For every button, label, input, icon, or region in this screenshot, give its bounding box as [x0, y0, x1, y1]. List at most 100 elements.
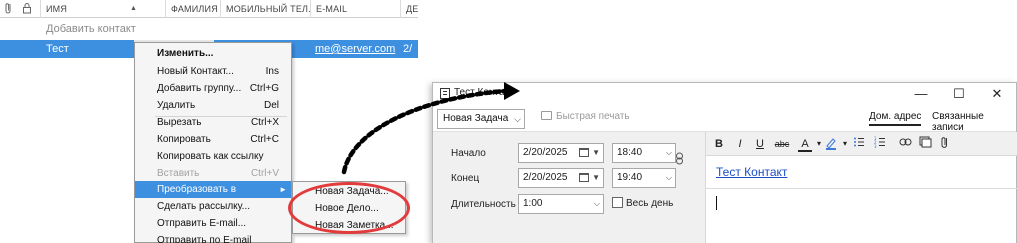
window-titlebar: Тест Контакт — ☐ ✕ — [433, 83, 1016, 105]
chevron-down-icon: ⌵ — [593, 199, 600, 208]
link-chain-icon[interactable] — [675, 148, 685, 170]
start-date-value: 2/20/2025 — [523, 147, 568, 158]
duration-label: Длительность — [451, 199, 516, 210]
highlight-oval — [288, 182, 410, 234]
attachment-icon[interactable] — [938, 136, 952, 152]
start-date-field[interactable]: 2/20/2025 ▼ — [518, 143, 604, 163]
note-contact-link[interactable]: Тест Контакт — [716, 165, 787, 179]
end-time-field[interactable]: 19:40 ⌵ — [612, 168, 676, 188]
window-toolbar: Новая Задача ⌵ Быстрая печать Дом. адрес… — [433, 105, 1016, 133]
numbered-list-icon[interactable]: 123 — [873, 136, 887, 152]
add-contact-row[interactable]: Добавить контакт — [0, 20, 418, 38]
printer-icon — [541, 111, 552, 120]
chevron-down-icon: ⌵ — [514, 114, 521, 124]
menu-item-copy-as-link[interactable]: Копировать как ссылку — [135, 148, 291, 165]
menu-label: Удалить — [157, 100, 196, 111]
menu-item-copy[interactable]: Копировать Ctrl+C — [135, 131, 291, 148]
hyperlink-icon[interactable] — [898, 136, 912, 152]
all-day-label: Весь день — [626, 198, 674, 209]
menu-shortcut: Ctrl+C — [250, 134, 279, 145]
duration-field[interactable]: 1:00 ⌵ — [518, 194, 604, 214]
minimize-button[interactable]: — — [902, 83, 940, 105]
strikethrough-button[interactable]: abc — [772, 136, 792, 152]
calendar-icon — [579, 148, 589, 157]
menu-label: Новый Контакт... — [157, 66, 234, 77]
chevron-down-icon: ▼ — [592, 173, 600, 182]
menu-item-new-contact[interactable]: Новый Контакт... Ins — [135, 63, 291, 80]
menu-item-delete[interactable]: Удалить Del — [135, 97, 291, 114]
column-email[interactable]: E-MAIL — [310, 0, 400, 18]
attachment-icon[interactable] — [2, 2, 16, 16]
menu-label: Изменить... — [157, 48, 214, 59]
menu-label: Отправить E-mail... — [157, 218, 247, 229]
menu-shortcut: Ctrl+V — [250, 168, 279, 179]
tab-related-records[interactable]: Связанные записи — [932, 111, 1016, 133]
column-date[interactable]: ДЕ — [400, 0, 418, 18]
start-time-field[interactable]: 18:40 ⌵ — [612, 143, 676, 163]
menu-item-send-by-email[interactable]: Отправить по E-mail — [135, 232, 291, 243]
menu-label: Отправить по E-mail — [157, 235, 252, 243]
menu-item-cut[interactable]: Вырезать Ctrl+X — [135, 114, 291, 131]
menu-label: Сделать рассылку... — [157, 201, 250, 212]
chevron-down-icon[interactable]: ▾ — [838, 136, 852, 152]
bullet-list-icon[interactable] — [852, 136, 866, 152]
column-mobile[interactable]: МОБИЛЬНЫЙ ТЕЛ. — [220, 0, 310, 18]
list-header: ИМЯ ▲ ФАМИЛИЯ МОБИЛЬНЫЙ ТЕЛ. E-MAIL ДЕ — [0, 0, 418, 18]
menu-label: Вставить — [157, 168, 200, 179]
contact-date: 2/ — [403, 43, 413, 55]
all-day-checkbox[interactable] — [612, 197, 623, 208]
menu-item-mailing[interactable]: Сделать рассылку... — [135, 198, 291, 215]
task-window: Тест Контакт — ☐ ✕ Новая Задача ⌵ Быстра… — [432, 82, 1017, 243]
end-label: Конец — [451, 173, 480, 184]
menu-shortcut: Ins — [265, 66, 279, 77]
task-fields-pane: Начало 2/20/2025 ▼ 18:40 ⌵ Конец 2/20/20… — [433, 132, 705, 243]
menu-item-edit[interactable]: Изменить... — [135, 45, 291, 62]
calendar-icon — [579, 173, 589, 182]
menu-label: Копировать как ссылку — [157, 151, 264, 162]
task-icon — [440, 88, 450, 99]
maximize-button[interactable]: ☐ — [940, 83, 978, 105]
task-type-select[interactable]: Новая Задача ⌵ — [437, 109, 525, 129]
start-label: Начало — [451, 148, 486, 159]
highlight-icon[interactable] — [824, 136, 838, 152]
notes-pane: B I U abc A ▾ ▾ 123 Тест Контакт — [705, 132, 1017, 243]
menu-shortcut: Ctrl+G — [249, 83, 279, 94]
menu-item-convert-to[interactable]: Преобразовать в ► — [135, 181, 291, 198]
text-cursor — [716, 196, 717, 210]
end-time-value: 19:40 — [617, 172, 643, 183]
insert-image-icon[interactable] — [918, 136, 932, 152]
lock-icon[interactable] — [20, 2, 34, 16]
sort-asc-icon: ▲ — [130, 5, 137, 12]
chevron-down-icon: ⌵ — [665, 173, 672, 182]
duration-value: 1:00 — [523, 198, 543, 209]
start-time-value: 18:40 — [617, 147, 643, 158]
quick-print-button[interactable]: Быстрая печать — [541, 111, 630, 122]
notes-divider — [706, 188, 1017, 189]
column-name[interactable]: ИМЯ — [40, 0, 165, 18]
svg-text:3: 3 — [874, 144, 877, 148]
italic-button[interactable]: I — [733, 136, 747, 152]
contact-email[interactable]: me@server.com — [315, 40, 395, 58]
window-title: Тест Контакт — [454, 87, 514, 98]
submenu-arrow-icon: ► — [279, 185, 287, 194]
menu-label: Вырезать — [157, 117, 202, 128]
format-toolbar: B I U abc A ▾ ▾ 123 — [706, 132, 1017, 156]
quick-print-label: Быстрая печать — [556, 111, 630, 122]
menu-item-add-group[interactable]: Добавить группу... Ctrl+G — [135, 80, 291, 97]
end-date-field[interactable]: 2/20/2025 ▼ — [518, 168, 604, 188]
chevron-down-icon: ▼ — [592, 148, 600, 157]
add-contact-label: Добавить контакт — [46, 23, 136, 35]
menu-label: Преобразовать в — [157, 184, 237, 195]
underline-button[interactable]: U — [753, 136, 767, 152]
end-date-value: 2/20/2025 — [523, 172, 568, 183]
font-color-button[interactable]: A — [798, 136, 812, 152]
tab-home-address[interactable]: Дом. адрес — [869, 111, 922, 126]
bold-button[interactable]: B — [712, 136, 726, 152]
chevron-down-icon: ⌵ — [665, 148, 672, 157]
column-surname[interactable]: ФАМИЛИЯ — [165, 0, 220, 18]
close-button[interactable]: ✕ — [978, 83, 1016, 105]
menu-label: Добавить группу... — [157, 83, 242, 94]
menu-item-paste: Вставить Ctrl+V — [135, 165, 291, 182]
menu-item-send-email[interactable]: Отправить E-mail... — [135, 215, 291, 232]
menu-label: Копировать — [157, 134, 211, 145]
